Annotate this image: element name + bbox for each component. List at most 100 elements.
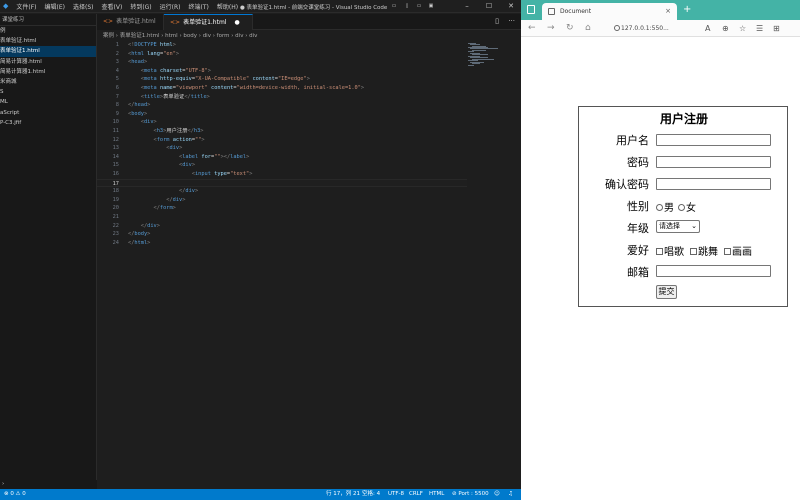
vscode-logo-icon: ◆: [3, 2, 9, 10]
code-line[interactable]: 3 <head>: [97, 58, 467, 67]
code-line[interactable]: 8 </head>: [97, 101, 467, 110]
collections-icon[interactable]: ⊞: [773, 22, 780, 35]
menu-edit[interactable]: 编辑(E): [45, 2, 65, 11]
account-icon[interactable]: ☺: [494, 489, 500, 500]
code-line[interactable]: 17: [97, 178, 467, 188]
hobby-option-singing[interactable]: 唱歌: [656, 243, 684, 258]
line-ending[interactable]: CRLF: [409, 489, 423, 500]
code-line[interactable]: 15 <div>: [97, 161, 467, 170]
unsaved-dot-icon[interactable]: ●: [234, 19, 239, 26]
code-line[interactable]: 9 <body>: [97, 110, 467, 119]
code-line[interactable]: 18 </div>: [97, 187, 467, 196]
code-line[interactable]: 21: [97, 213, 467, 222]
explorer-file-item[interactable]: 表单验证.html: [0, 36, 96, 46]
layout-icon[interactable]: ▣: [424, 1, 438, 11]
username-input[interactable]: [656, 134, 771, 146]
submit-button[interactable]: 提交: [656, 285, 677, 299]
code-line[interactable]: 19 </div>: [97, 196, 467, 205]
address-bar[interactable]: 127.0.0.1:550...: [611, 22, 711, 35]
menu-file[interactable]: 文件(F): [16, 2, 36, 11]
maximize-icon[interactable]: ☐: [482, 1, 496, 11]
read-aloud-icon[interactable]: A: [705, 22, 710, 35]
grade-select[interactable]: 请选择 ⌄: [656, 220, 700, 233]
explorer-file-item[interactable]: 表单验证1.html: [0, 46, 96, 57]
window-menu-icon[interactable]: [527, 5, 535, 14]
explorer-file-item[interactable]: 简易计算器1.html: [0, 67, 96, 77]
tab-form-validation-1[interactable]: <> 表单验证1.html ●: [164, 14, 253, 30]
more-actions-icon[interactable]: ···: [508, 17, 515, 25]
minimap-line: [468, 65, 474, 66]
explorer-file-item[interactable]: 简易计算器.html: [0, 57, 96, 67]
checkbox[interactable]: [724, 248, 731, 255]
gender-option-female[interactable]: 女: [678, 199, 696, 214]
indentation[interactable]: 空格: 4: [362, 489, 380, 500]
explorer-file-item[interactable]: ML: [0, 97, 96, 107]
explorer-file-item[interactable]: 米商城: [0, 77, 96, 87]
layout-icon[interactable]: ▭: [387, 1, 401, 11]
checkbox[interactable]: [690, 248, 697, 255]
new-tab-icon[interactable]: +: [683, 4, 691, 16]
code-line[interactable]: 5 <meta http-equiv="X-UA-Compatible" con…: [97, 75, 467, 84]
hobby-option-dancing[interactable]: 跳舞: [690, 243, 718, 258]
favorites-list-icon[interactable]: ☰: [756, 22, 763, 35]
password-input[interactable]: [656, 156, 771, 168]
menu-goto[interactable]: 转到(G): [130, 2, 151, 11]
live-server-port[interactable]: ⊘ Port : 5500: [452, 489, 489, 500]
encoding[interactable]: UTF-8: [388, 489, 404, 500]
code-line[interactable]: 22 </div>: [97, 222, 467, 231]
back-icon[interactable]: ←: [528, 22, 536, 35]
code-line[interactable]: 20 </form>: [97, 204, 467, 213]
hobby-option-drawing[interactable]: 画画: [724, 243, 752, 258]
code-line[interactable]: 6 <meta name="viewport" content="width=d…: [97, 84, 467, 93]
code-line[interactable]: 24 </html>: [97, 239, 467, 248]
remote-icon[interactable]: ⊗ 0 ⚠ 0: [4, 489, 26, 500]
menu-terminal[interactable]: 终端(T): [189, 2, 209, 11]
code-line[interactable]: 1 <!DOCTYPE html>: [97, 41, 467, 50]
language-mode[interactable]: HTML: [429, 489, 444, 500]
code-text: <head>: [128, 59, 148, 66]
email-input[interactable]: [656, 265, 771, 277]
confirm-password-input[interactable]: [656, 178, 771, 190]
code-line[interactable]: 4 <meta charset="UTF-8">: [97, 67, 467, 76]
code-line[interactable]: 14 <label for=""></label>: [97, 153, 467, 162]
code-line[interactable]: 2 <html lang="en">: [97, 50, 467, 59]
code-line[interactable]: 23 </body>: [97, 230, 467, 239]
refresh-icon[interactable]: ↻: [566, 22, 574, 35]
menu-view[interactable]: 查看(V): [102, 2, 123, 11]
code-line[interactable]: 16 <input type="text">: [97, 170, 467, 179]
browser-tab[interactable]: Document ×: [542, 3, 677, 20]
explorer-file-item[interactable]: aScript: [0, 108, 96, 118]
explorer-file-item[interactable]: S: [0, 87, 96, 97]
code-line[interactable]: 12 <form action="">: [97, 136, 467, 145]
split-editor-icon[interactable]: ▯: [495, 17, 499, 25]
tab-form-validation[interactable]: <> 表单验证.html: [97, 14, 164, 30]
close-tab-icon[interactable]: ×: [665, 3, 671, 20]
menu-help[interactable]: 帮助(H): [217, 2, 238, 11]
radio-button[interactable]: [678, 204, 685, 211]
code-line[interactable]: 13 <div>: [97, 144, 467, 153]
minimize-icon[interactable]: –: [460, 1, 474, 11]
minimap[interactable]: [468, 41, 518, 71]
explorer-file-item[interactable]: P-C3.jfif: [0, 118, 96, 128]
notifications-icon[interactable]: ♫: [508, 489, 513, 500]
home-icon[interactable]: ⌂: [585, 22, 591, 35]
cursor-position[interactable]: 行 17，列 21: [326, 489, 360, 500]
code-line[interactable]: 11 <h3>用户注册</h3>: [97, 127, 467, 136]
menu-run[interactable]: 运行(R): [160, 2, 181, 11]
code-line[interactable]: 10 <div>: [97, 118, 467, 127]
favorite-icon[interactable]: ☆: [739, 22, 746, 35]
menu-selection[interactable]: 选择(S): [73, 2, 94, 11]
forward-icon[interactable]: →: [547, 22, 555, 35]
zoom-icon[interactable]: ⊕: [722, 22, 729, 35]
close-icon[interactable]: ✕: [504, 1, 518, 11]
html-file-icon: <>: [170, 19, 181, 26]
outline-panel-header[interactable]: ›: [0, 480, 97, 489]
line-number: 1: [115, 42, 119, 48]
code-editor[interactable]: 1 <!DOCTYPE html> 2 <html lang="en"> 3 <head>…: [97, 41, 467, 481]
breadcrumb[interactable]: 案例 › 表单验证1.html › html › body › div › fo…: [97, 31, 521, 41]
radio-button[interactable]: [656, 204, 663, 211]
explorer-file-item[interactable]: 例: [0, 26, 96, 36]
gender-option-male[interactable]: 男: [656, 199, 674, 214]
checkbox[interactable]: [656, 248, 663, 255]
code-line[interactable]: 7 <title>表单验证</title>: [97, 93, 467, 102]
